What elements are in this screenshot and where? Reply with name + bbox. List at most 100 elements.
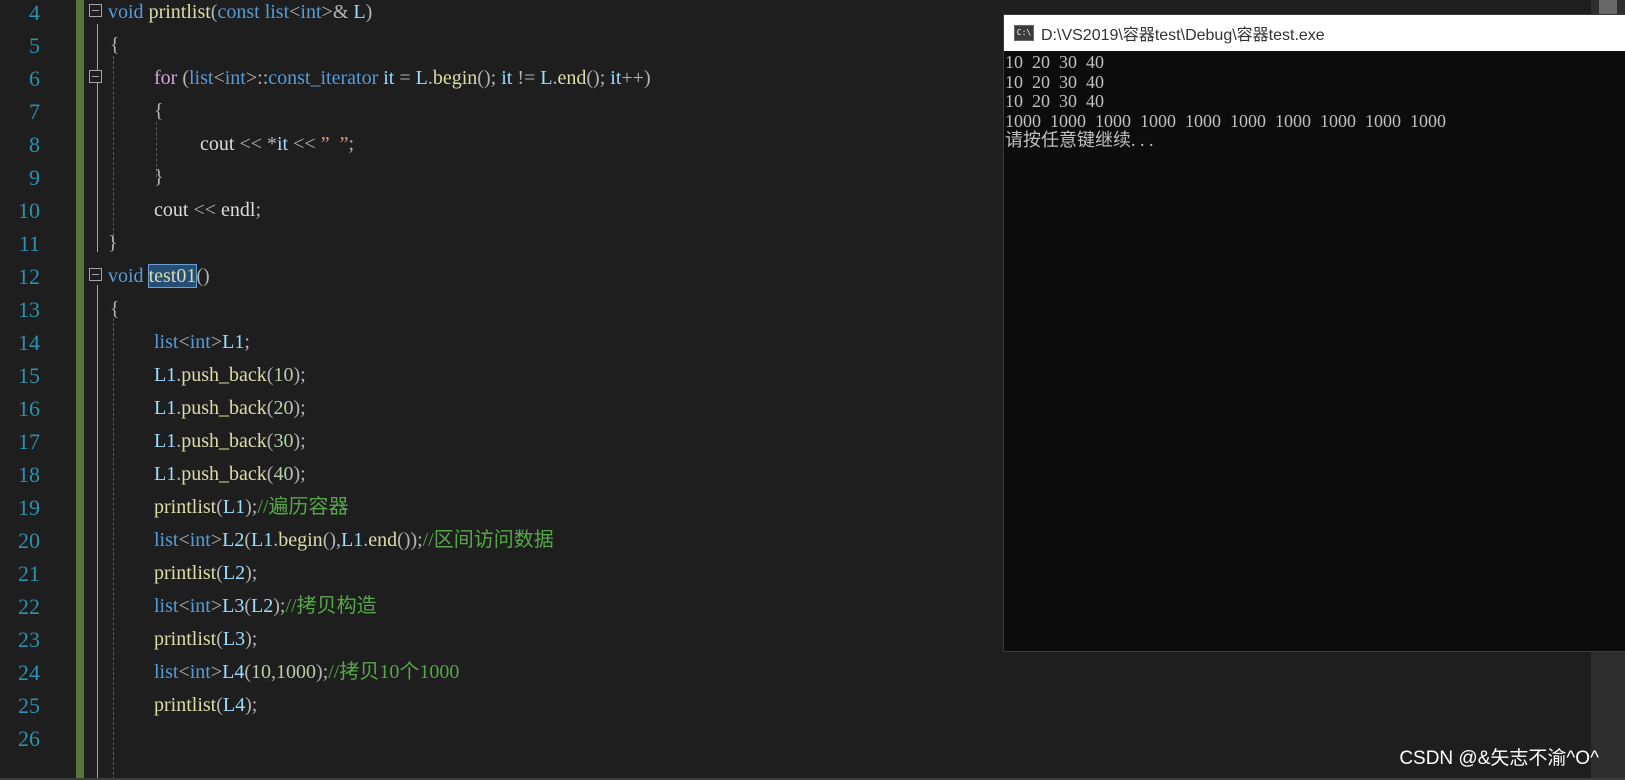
token: ); [293, 430, 306, 452]
token: ); [245, 562, 258, 584]
console-title: D:\VS2019\容器test\Debug\容器test.exe [1041, 27, 1325, 44]
line-number: 15 [18, 363, 40, 388]
code-line[interactable]: 25 printlist(L4); [0, 689, 1625, 722]
code-line[interactable]: 26 [0, 722, 1625, 755]
line-number: 22 [18, 594, 40, 619]
code-text: L1.push_back(20); [154, 392, 306, 425]
token: ( [216, 496, 223, 518]
token: int [189, 661, 211, 683]
line-number: 4 [29, 0, 40, 25]
token: < [178, 331, 190, 353]
token: (); [586, 67, 611, 89]
code-text: printlist(L4); [154, 689, 257, 722]
fold-collapse-icon[interactable] [89, 70, 102, 83]
token: L1 [341, 529, 364, 551]
token: printlist [154, 694, 217, 716]
token: 10 [273, 364, 294, 386]
fold-collapse-icon[interactable] [89, 268, 102, 281]
code-text: L1.push_back(30); [154, 425, 306, 458]
token: it [277, 133, 289, 155]
code-text: } [154, 166, 164, 188]
code-text: { [110, 34, 120, 56]
token: push_back [181, 430, 267, 452]
code-text: } [108, 232, 118, 254]
code-text: L1.push_back(10); [154, 359, 306, 392]
console-line: 请按任意键继续. . . [1005, 130, 1154, 150]
token: L2 [251, 595, 274, 617]
token: void [108, 265, 144, 287]
token: L2 [222, 562, 246, 584]
console-output[interactable]: 10 20 30 40 10 20 30 40 10 20 30 40 1000… [1004, 51, 1625, 151]
token: it [501, 67, 513, 89]
console-window[interactable]: C:\ D:\VS2019\容器test\Debug\容器test.exe 10… [1003, 14, 1625, 652]
code-line[interactable]: 24 list<int>L4(10,1000);//拷贝10个1000 [0, 656, 1625, 689]
code-text: printlist(L1);//遍历容器 [154, 491, 348, 524]
fold-collapse-icon[interactable] [89, 4, 102, 17]
token: L4 [222, 661, 245, 683]
token: ); [245, 694, 258, 716]
code-text: for (list<int>::const_iterator it = L.be… [154, 62, 651, 95]
line-number: 13 [18, 297, 40, 322]
token: ” ” [320, 133, 349, 155]
token: >:: [245, 67, 269, 89]
token: ()); [397, 529, 423, 551]
code-text: list<int>L3(L2);//拷贝构造 [154, 590, 377, 623]
token: L3 [222, 595, 245, 617]
token: > [210, 331, 223, 353]
console-title-bar[interactable]: C:\ D:\VS2019\容器test\Debug\容器test.exe [1004, 15, 1625, 51]
line-number: 24 [18, 660, 40, 685]
line-number: 8 [29, 132, 40, 157]
token: (), [322, 529, 342, 551]
token: for [154, 67, 178, 89]
token: printlist [154, 496, 217, 518]
token: L1 [154, 463, 177, 485]
console-line: 10 20 30 40 [1005, 91, 1104, 111]
token: cout [154, 199, 189, 221]
token: L1 [222, 496, 246, 518]
token: << * [234, 133, 277, 155]
line-number: 7 [29, 99, 40, 124]
code-text: list<int>L4(10,1000);//拷贝10个1000 [154, 656, 459, 689]
token: int [189, 529, 211, 551]
token: list [189, 67, 214, 89]
code-text: { [154, 100, 164, 122]
line-number: 25 [18, 693, 40, 718]
token: L1 [154, 430, 177, 452]
token: ); [293, 364, 306, 386]
comment: //拷贝构造 [285, 595, 377, 617]
selected-identifier[interactable]: test01 [147, 264, 198, 288]
comment: //拷贝10个1000 [328, 661, 460, 683]
token: ( [216, 628, 223, 650]
watermark: CSDN @&矢志不渝^O^ [1399, 748, 1599, 769]
token: it [610, 67, 622, 89]
code-text: list<int>L1; [154, 326, 250, 359]
code-text: cout << *it << ” ”; [200, 128, 354, 161]
token: 30 [273, 430, 294, 452]
token: list [154, 595, 179, 617]
token: L [540, 67, 553, 89]
token: L [415, 67, 428, 89]
line-number: 21 [18, 561, 40, 586]
token: endl [221, 199, 256, 221]
line-number: 16 [18, 396, 40, 421]
code-text: void test01() [108, 260, 210, 293]
token: = [394, 67, 416, 89]
token: > [210, 661, 223, 683]
token: ( [216, 562, 223, 584]
token: < [213, 67, 225, 89]
token: L1 [154, 364, 177, 386]
comment: //遍历容器 [257, 496, 349, 518]
token: ); [245, 496, 258, 518]
token: ); [293, 463, 306, 485]
line-number: 9 [29, 165, 40, 190]
token: 10 [251, 661, 272, 683]
console-app-icon: C:\ [1014, 25, 1034, 41]
token: < [178, 529, 190, 551]
scrollbar-thumb[interactable] [1599, 0, 1617, 14]
token: ; [244, 331, 250, 353]
token: << [188, 199, 221, 221]
token: != [512, 67, 541, 89]
line-number: 6 [29, 66, 40, 91]
token: ) [365, 1, 373, 23]
